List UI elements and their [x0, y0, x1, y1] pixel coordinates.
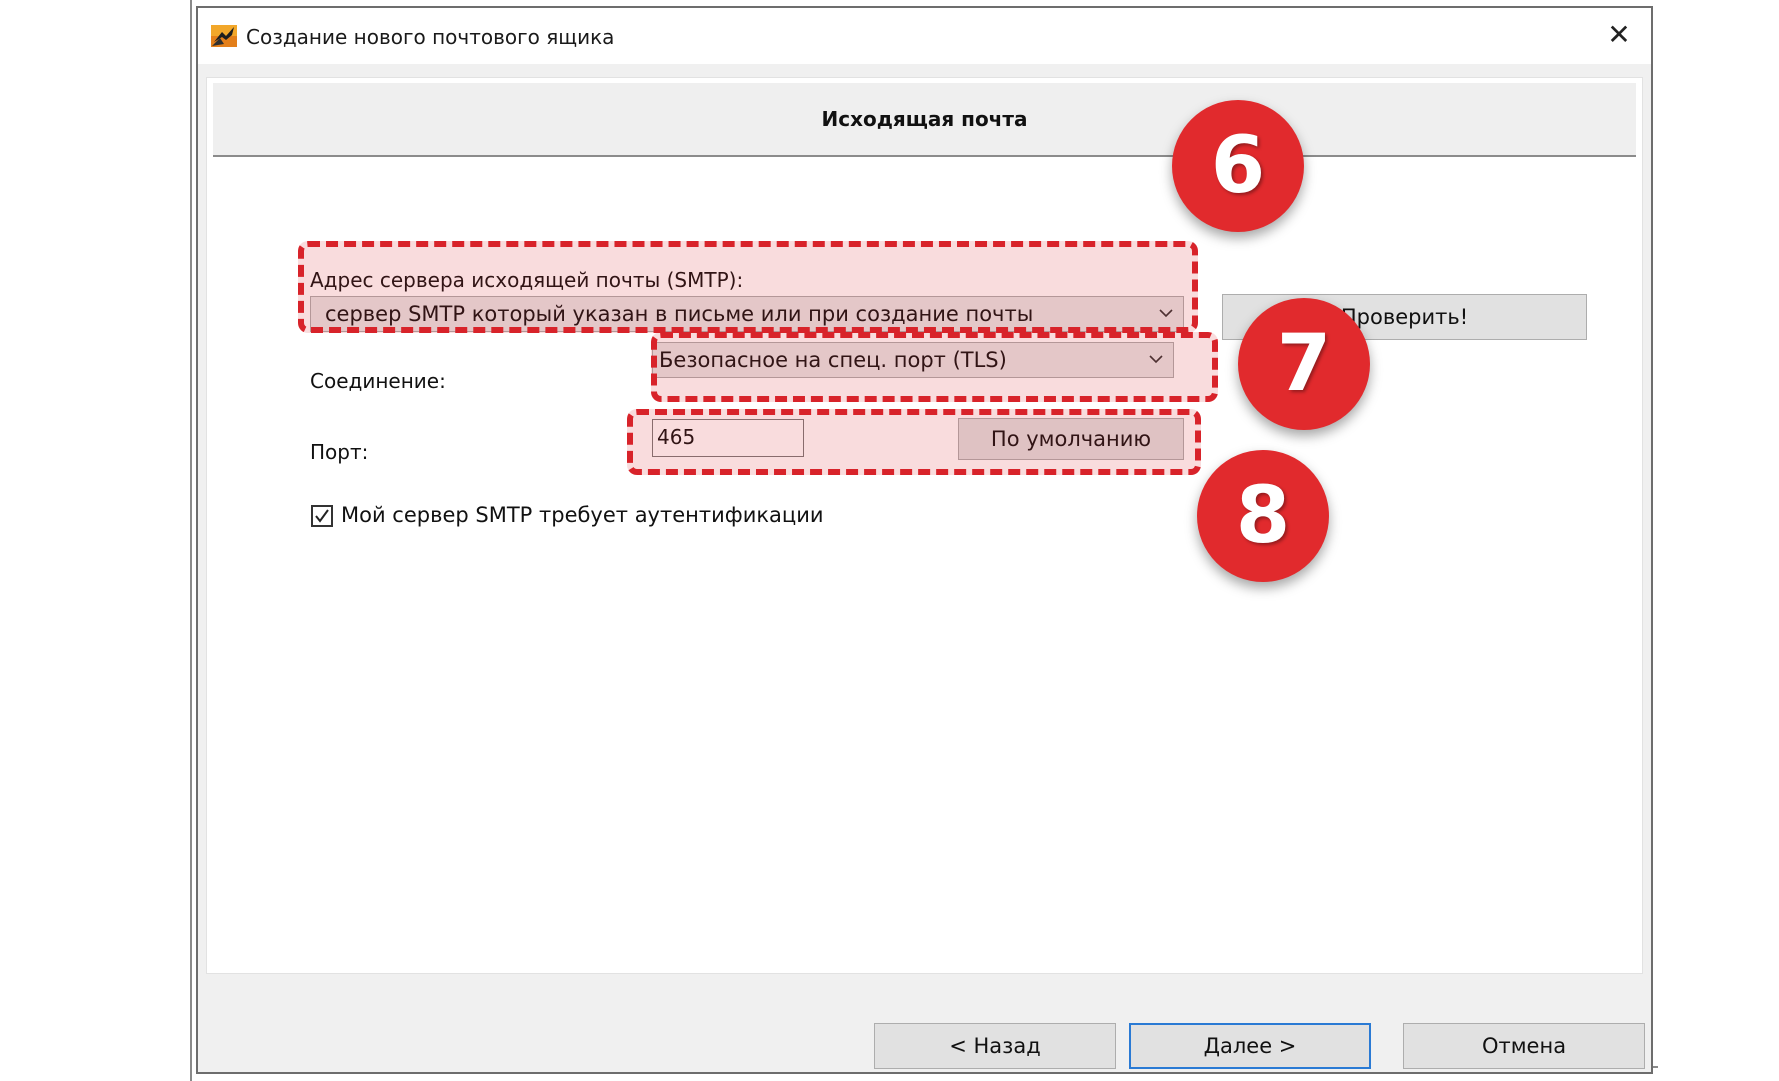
back-button[interactable]: < Назад [874, 1023, 1116, 1069]
smtp-auth-label[interactable]: Мой сервер SMTP требует аутентификации [341, 503, 824, 527]
highlight-smtp-server [298, 241, 1198, 333]
window-title: Создание нового почтового ящика [246, 25, 615, 49]
highlight-connection [651, 332, 1218, 402]
step-badge-8: 8 [1197, 450, 1329, 582]
page-header: Исходящая почта [213, 83, 1636, 157]
mail-app-icon [210, 22, 238, 50]
step-badge-7: 7 [1238, 298, 1370, 430]
step-badge-6: 6 [1172, 100, 1304, 232]
content-panel: Исходящая почта Адрес сервера исходящей … [206, 77, 1643, 974]
page-title: Исходящая почта [821, 107, 1028, 131]
cancel-button[interactable]: Отмена [1403, 1023, 1645, 1069]
connection-label: Соединение: [310, 369, 446, 393]
screen: { "window": { "title": "Создание нового … [0, 0, 1779, 1081]
new-mailbox-dialog: Создание нового почтового ящика ✕ Исходя… [196, 6, 1653, 1074]
background-window-edge [190, 0, 192, 1081]
highlight-port [627, 409, 1201, 475]
next-button[interactable]: Далее > [1129, 1023, 1371, 1069]
title-bar: Создание нового почтового ящика ✕ [198, 8, 1651, 64]
checkmark-icon [315, 509, 329, 523]
port-label: Порт: [310, 440, 369, 464]
close-icon[interactable]: ✕ [1601, 18, 1637, 54]
smtp-auth-checkbox[interactable] [311, 505, 333, 527]
